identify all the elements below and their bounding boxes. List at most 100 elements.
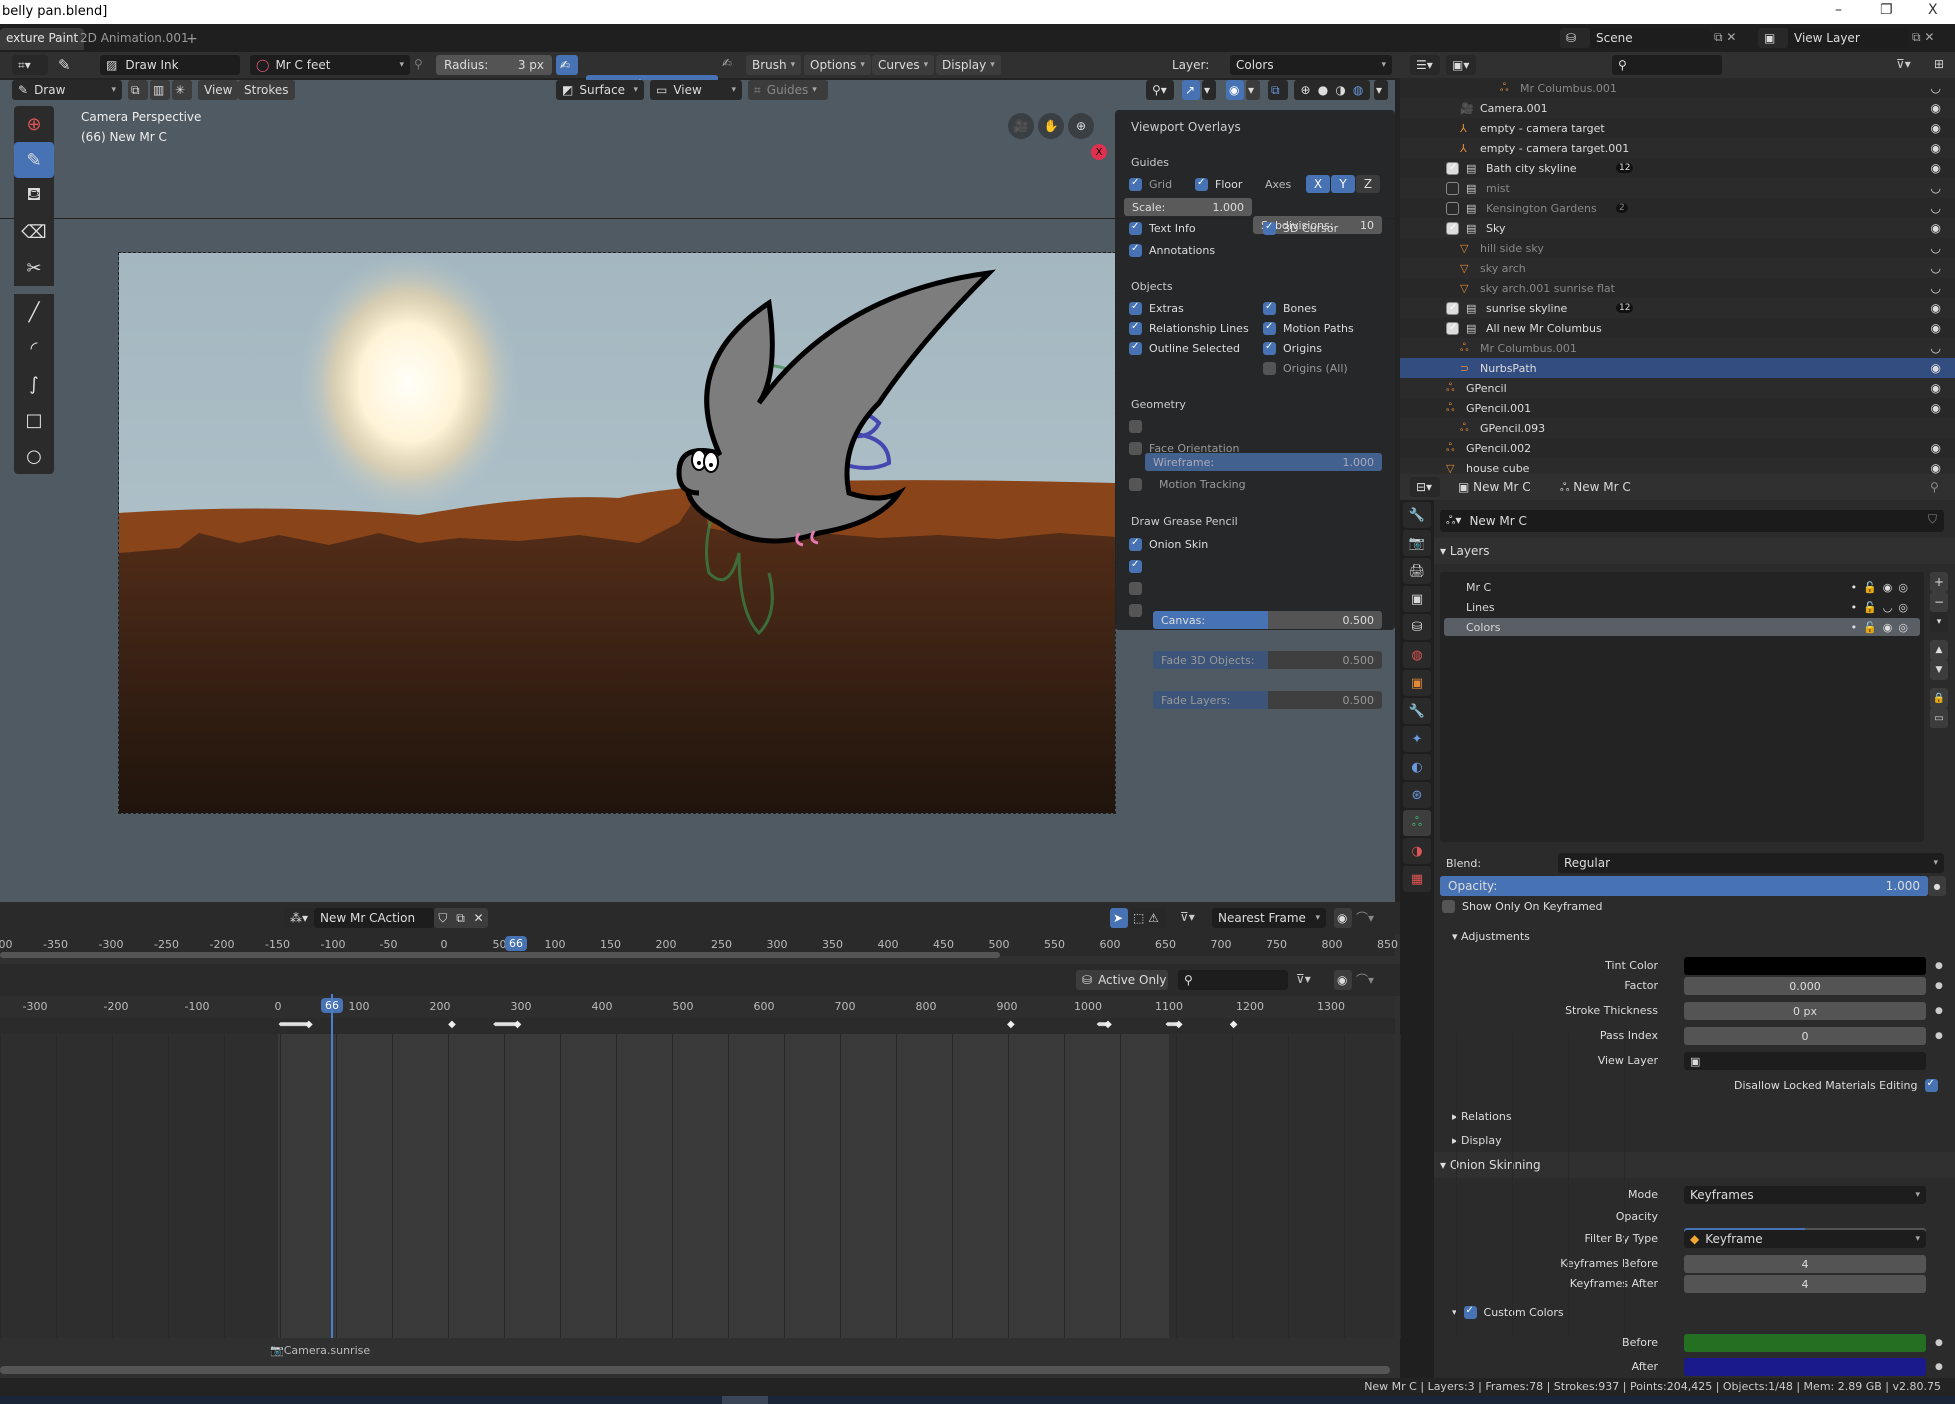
- outliner-row[interactable]: 🎥 Camera.001 ◉: [1400, 98, 1955, 118]
- layers-header[interactable]: ▾ Layers: [1440, 544, 1490, 558]
- fade-layers-checkbox[interactable]: [1129, 604, 1142, 617]
- display-icon[interactable]: ▭: [1930, 708, 1948, 728]
- unlock-icon[interactable]: 🔓: [1863, 621, 1883, 634]
- fill-tool[interactable]: ⛾: [14, 178, 54, 214]
- editor-type-icon[interactable]: ⌗▾: [12, 55, 48, 75]
- display-menu[interactable]: Display ▾: [936, 55, 1001, 75]
- box-tool[interactable]: □: [14, 402, 54, 438]
- layer-row[interactable]: Colors •🔓◉◎: [1444, 618, 1920, 636]
- custom-colors-toggle[interactable]: ▾Custom Colors: [1452, 1305, 1564, 1319]
- filter-icon[interactable]: ⊽▾: [1296, 972, 1311, 986]
- falloff-icon[interactable]: ⌒▾: [1356, 909, 1374, 926]
- scene-tab-icon[interactable]: ⛁: [1403, 614, 1431, 640]
- view-layer-field[interactable]: ▣: [1684, 1052, 1926, 1070]
- collection-exclude-checkbox[interactable]: [1446, 321, 1459, 335]
- solid-shading-icon[interactable]: ●: [1318, 83, 1328, 97]
- annotations-checkbox[interactable]: [1129, 243, 1142, 257]
- 3d-cursor-checkbox[interactable]: [1263, 221, 1276, 235]
- canvas-opacity-field[interactable]: Canvas: 0.500: [1153, 611, 1382, 629]
- fake-user-icon[interactable]: ⛉: [438, 911, 447, 926]
- add-workspace-button[interactable]: +: [180, 28, 204, 50]
- eye-icon[interactable]: ◉: [1931, 441, 1941, 455]
- texture-tab-icon[interactable]: ▦: [1403, 866, 1431, 892]
- keyframe-cluster[interactable]: ◆: [1007, 1019, 1015, 1030]
- wireframe-checkbox[interactable]: [1129, 420, 1142, 433]
- brush-selector[interactable]: ▨ Draw Ink: [100, 55, 240, 75]
- onion-mode-selector[interactable]: Keyframes ▾: [1684, 1186, 1926, 1204]
- eye-icon[interactable]: ◉: [1883, 621, 1899, 634]
- eye-icon[interactable]: ◉: [1883, 581, 1899, 594]
- close-button[interactable]: X: [1928, 2, 1938, 18]
- falloff-icon[interactable]: ⌒▾: [1356, 971, 1374, 988]
- custom-colors-checkbox[interactable]: [1463, 1305, 1477, 1319]
- axis-z-toggle[interactable]: Z: [1356, 175, 1380, 193]
- camera-frame[interactable]: [118, 252, 1116, 814]
- tint-color-swatch[interactable]: [1684, 957, 1926, 975]
- outline-selected-toggle[interactable]: Outline Selected: [1129, 341, 1240, 355]
- layer-dot-icon[interactable]: •: [1851, 581, 1864, 594]
- eye-icon[interactable]: ◉: [1931, 461, 1941, 475]
- grid-checkbox[interactable]: [1129, 177, 1142, 191]
- collection-exclude-checkbox[interactable]: [1446, 201, 1459, 215]
- outliner-row[interactable]: ஃ Mr Columbus.001 ◡: [1400, 78, 1955, 98]
- guides-menu[interactable]: ⌗ Guides ▾: [748, 80, 828, 100]
- grid-scale-field[interactable]: Scale: 1.000: [1124, 198, 1252, 216]
- bones-toggle[interactable]: Bones: [1263, 301, 1317, 315]
- properties-editor-type[interactable]: ⊟▾: [1410, 477, 1440, 497]
- new-scene-icon[interactable]: ⧉ ✕: [1714, 30, 1736, 45]
- channel-search[interactable]: ⚲: [1178, 970, 1288, 990]
- unlink-icon[interactable]: ✕: [474, 911, 484, 925]
- eye-closed-icon[interactable]: ◡: [1931, 81, 1941, 95]
- motion-paths-checkbox[interactable]: [1263, 321, 1276, 335]
- curve-tool[interactable]: ∫: [14, 366, 54, 402]
- material-selector[interactable]: ◯ Mr C feet ▾: [250, 55, 410, 75]
- relationship-lines-checkbox[interactable]: [1129, 321, 1142, 335]
- filter-icon[interactable]: ⊽▾: [1896, 57, 1911, 71]
- before-color-swatch[interactable]: [1684, 1334, 1926, 1352]
- minimize-button[interactable]: –: [1835, 2, 1842, 18]
- keyframe-dot[interactable]: ●: [1935, 1362, 1943, 1372]
- eye-closed-icon[interactable]: ◡: [1883, 601, 1899, 614]
- outliner-row[interactable]: ▤ mist ◡: [1400, 178, 1955, 198]
- annotations-toggle[interactable]: Annotations: [1129, 243, 1215, 257]
- eye-icon[interactable]: ◉: [1931, 301, 1941, 315]
- xray-toggle[interactable]: ⧉: [1268, 80, 1288, 100]
- new-view-layer-icon[interactable]: ⧉ ✕: [1912, 30, 1934, 45]
- lock-icon[interactable]: 🔒: [1930, 688, 1948, 708]
- mode-selector[interactable]: ✎ Draw ▾: [12, 80, 122, 100]
- onion-skin-icon[interactable]: ◎: [1898, 601, 1914, 614]
- rendered-shading-icon[interactable]: ◍: [1353, 83, 1363, 97]
- playhead-line[interactable]: [331, 994, 334, 1338]
- outliner-row[interactable]: ▽ sky arch.001 sunrise flat ◡: [1400, 278, 1955, 298]
- cutter-tool[interactable]: ✂: [14, 250, 54, 286]
- keyframe-cluster[interactable]: ‹‹‹‹‹‹‹‹‹‹‹‹‹‹‹‹‹‹‹‹‹‹‹‹‹‹‹◆: [278, 1019, 313, 1030]
- snapping-chevron[interactable]: ▾: [1202, 80, 1216, 100]
- auto-merge-toggle[interactable]: ✳: [172, 80, 192, 100]
- axis-x-toggle[interactable]: X: [1306, 175, 1330, 193]
- options-menu[interactable]: Options ▾: [804, 55, 871, 75]
- effects-tab-icon[interactable]: ✦: [1403, 726, 1431, 752]
- maximize-button[interactable]: ❐: [1880, 2, 1893, 18]
- radius-field[interactable]: Radius: 3 px: [436, 55, 552, 75]
- layer-opacity-field[interactable]: Opacity: 1.000: [1440, 876, 1928, 896]
- snapping-toggle[interactable]: ↗: [1182, 80, 1200, 100]
- action-icon[interactable]: ⁂▾: [284, 908, 314, 928]
- layer-selector[interactable]: Colors ▾: [1230, 55, 1392, 75]
- face-orientation-toggle[interactable]: Face Orientation: [1129, 442, 1239, 455]
- blend-selector[interactable]: Regular ▾: [1558, 853, 1944, 873]
- gpencil-data-tab-icon[interactable]: ஃ: [1403, 810, 1431, 836]
- overlays-chevron[interactable]: ▾: [1246, 80, 1260, 100]
- view-layer-tab-icon[interactable]: ▣: [1403, 586, 1431, 612]
- motion-tracking-checkbox[interactable]: [1129, 478, 1142, 491]
- material-shading-icon[interactable]: ◑: [1335, 83, 1345, 97]
- outliner-row[interactable]: ஃ GPencil.002 ◉: [1400, 438, 1955, 458]
- onion-skin-icon[interactable]: ◎: [1898, 581, 1914, 594]
- show-only-keyframed-checkbox[interactable]: [1442, 900, 1455, 913]
- adjustments-header[interactable]: ▾ Adjustments: [1452, 930, 1530, 943]
- keyframe-cluster[interactable]: ◆: [1230, 1019, 1238, 1030]
- remove-layer-button[interactable]: −: [1930, 592, 1948, 612]
- filter-icon[interactable]: ⊽▾: [1180, 910, 1195, 924]
- onion-skin-toggle[interactable]: Onion Skin: [1129, 537, 1208, 551]
- axis-y-toggle[interactable]: Y: [1331, 175, 1355, 193]
- keyframe-area[interactable]: [0, 994, 1625, 1338]
